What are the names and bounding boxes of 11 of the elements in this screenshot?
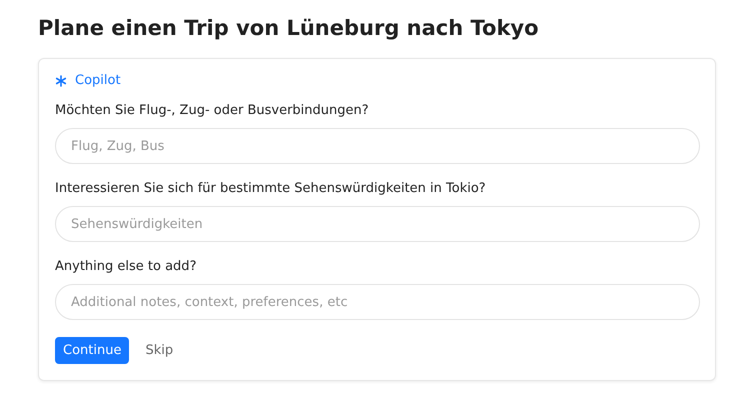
brand-label: Copilot bbox=[75, 73, 121, 88]
continue-button[interactable]: Continue bbox=[55, 337, 130, 364]
sparkle-icon bbox=[55, 74, 67, 86]
page-title: Plane einen Trip von Lüneburg nach Tokyo bbox=[38, 15, 540, 42]
input-field[interactable]: Sehenswürdigkeiten bbox=[55, 206, 700, 242]
input-field[interactable]: Flug, Zug, Bus bbox=[55, 128, 700, 164]
question-label: Interessieren Sie sich für bestimmte Sehenswürdigkeiten in Tokio? bbox=[55, 181, 487, 197]
question-label: Anything else to add? bbox=[55, 259, 198, 275]
input-field[interactable]: Additional notes, context, preferences, etc bbox=[55, 284, 700, 320]
skip-button[interactable]: Skip bbox=[137, 337, 182, 364]
question-label: Möchten Sie Flug-, Zug- oder Busverbindungen? bbox=[55, 103, 370, 119]
